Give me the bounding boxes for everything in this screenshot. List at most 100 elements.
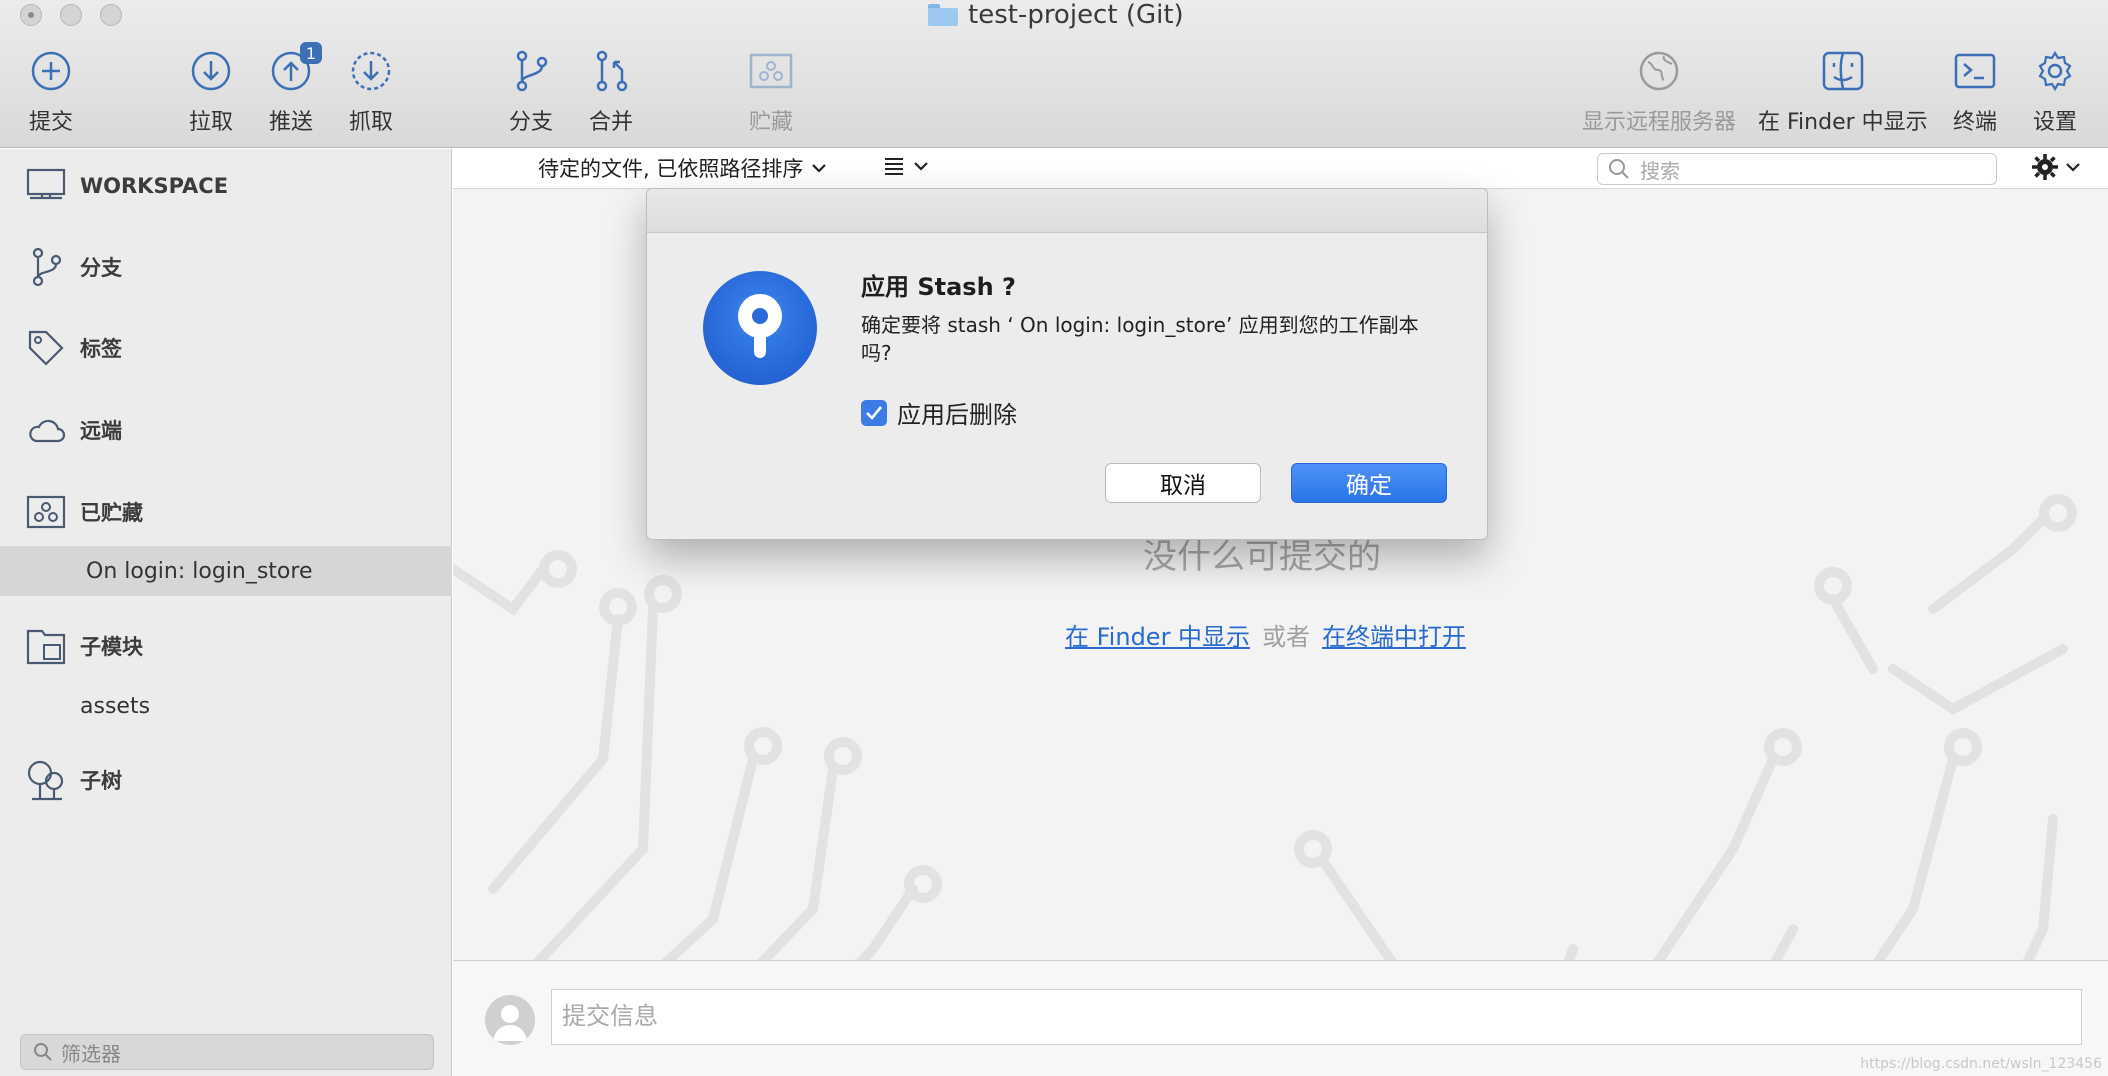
cancel-button[interactable]: 取消 (1105, 463, 1261, 503)
cancel-label: 取消 (1160, 473, 1206, 499)
stash-button[interactable]: 贮藏 (748, 48, 794, 136)
finder-icon (1820, 48, 1866, 94)
view-mode-dropdown[interactable] (883, 155, 929, 177)
tag-icon (26, 328, 66, 368)
empty-state-actions: 在 Finder 中显示 或者 在终端中打开 (1065, 617, 1466, 652)
sidebar-label-remotes: 远端 (80, 419, 122, 443)
zoom-window-button[interactable] (100, 4, 122, 26)
sidebar: WORKSPACE 分支 标签 远端 已贮藏 On login: login_s… (0, 149, 452, 1076)
merge-label: 合并 (588, 110, 633, 135)
window-toolbar: test-project (Git) 提交 拉取 1 推送 抓取 分支 合并 贮… (0, 0, 2108, 148)
options-dropdown[interactable] (2031, 153, 2081, 181)
push-label: 推送 (268, 110, 313, 135)
confirm-button[interactable]: 确定 (1291, 463, 1447, 503)
stash-item-label: On login: login_store (86, 558, 313, 584)
search-icon (1609, 159, 1629, 179)
show-remote-button[interactable]: 显示远程服务器 (1582, 48, 1736, 136)
sidebar-label-workspace: WORKSPACE (80, 174, 229, 198)
window-title: test-project (Git) (928, 0, 1184, 30)
commit-button[interactable]: 提交 (28, 48, 74, 136)
sourcetree-logo-icon (703, 271, 817, 385)
confirm-label: 确定 (1346, 473, 1392, 499)
sort-label: 待定的文件, 已依照路径排序 (538, 157, 804, 181)
sidebar-item-remotes[interactable]: 远端 (0, 405, 452, 455)
terminal-button[interactable]: 终端 (1952, 48, 1998, 136)
terminal-label: 终端 (1952, 110, 1997, 135)
fetch-icon (348, 48, 394, 94)
merge-icon (588, 48, 634, 94)
stash-label: 贮藏 (748, 110, 793, 135)
branch-label: 分支 (508, 110, 553, 135)
stash-icon (748, 48, 794, 94)
sidebar-item-submodules[interactable]: 子模块 (0, 621, 452, 671)
monitor-icon (26, 166, 66, 206)
chevron-down-icon (812, 164, 827, 173)
sidebar-item-subtrees[interactable]: 子树 (0, 755, 452, 805)
chevron-down-icon (2066, 163, 2080, 172)
pull-label: 拉取 (188, 110, 233, 135)
globe-icon (1636, 48, 1682, 94)
fetch-button[interactable]: 抓取 (348, 48, 394, 136)
user-icon (493, 1005, 527, 1041)
minimize-window-button[interactable] (60, 4, 82, 26)
merge-button[interactable]: 合并 (588, 48, 634, 136)
list-icon (885, 158, 903, 175)
checkbox-label: 应用后删除 (897, 401, 1017, 429)
sidebar-label-submodules: 子模块 (80, 635, 143, 659)
sidebar-label-stashes: 已贮藏 (80, 501, 143, 525)
folder-icon (928, 4, 958, 26)
sort-dropdown[interactable]: 待定的文件, 已依照路径排序 (538, 153, 827, 183)
search-input[interactable]: 搜索 (1597, 153, 1997, 185)
download-circle-icon (188, 48, 234, 94)
open-in-finder-link[interactable]: 在 Finder 中显示 (1065, 617, 1250, 652)
pull-button[interactable]: 拉取 (188, 48, 234, 136)
submodule-item-label: assets (80, 693, 151, 719)
chevron-down-icon (914, 162, 928, 171)
terminal-icon (1952, 48, 1998, 94)
show-remote-label: 显示远程服务器 (1582, 110, 1737, 135)
dialog-titlebar (647, 189, 1487, 233)
or-text: 或者 (1262, 623, 1311, 651)
show-in-finder-button[interactable]: 在 Finder 中显示 (1758, 48, 1928, 136)
cloud-icon (26, 410, 66, 450)
window-title-text: test-project (Git) (968, 0, 1184, 30)
avatar (485, 995, 535, 1045)
tree-icon (26, 760, 66, 801)
submodule-icon (26, 626, 66, 666)
settings-label: 设置 (2032, 110, 2077, 135)
gear-icon (2032, 154, 2058, 180)
checkbox-checked-icon[interactable] (861, 399, 887, 426)
settings-button[interactable]: 设置 (2032, 48, 2078, 136)
search-placeholder: 搜索 (1640, 158, 1680, 183)
delete-after-apply-checkbox[interactable]: 应用后删除 (861, 395, 1017, 430)
sidebar-label-tags: 标签 (80, 337, 122, 361)
stash-icon (26, 492, 66, 532)
upload-circle-icon: 1 (268, 42, 322, 94)
commit-message-input[interactable]: 提交信息 (551, 989, 2082, 1045)
open-in-terminal-link[interactable]: 在终端中打开 (1322, 617, 1466, 652)
sidebar-item-branches[interactable]: 分支 (0, 242, 452, 292)
file-list-header: 待定的文件, 已依照路径排序 搜索 (453, 149, 2108, 189)
filter-placeholder: 筛选器 (61, 1041, 121, 1066)
show-in-finder-label: 在 Finder 中显示 (1758, 110, 1928, 135)
watermark-text: https://blog.csdn.net/wsln_123456 (1860, 1056, 2102, 1072)
push-count-badge: 1 (300, 42, 322, 64)
apply-stash-dialog: 应用 Stash ? 确定要将 stash ‘ On login: login_… (646, 188, 1488, 540)
close-window-button[interactable] (20, 4, 42, 26)
push-button[interactable]: 1 推送 (268, 42, 322, 136)
commit-placeholder: 提交信息 (562, 1002, 658, 1030)
dialog-title: 应用 Stash ? (861, 273, 1016, 301)
sidebar-filter-input[interactable]: 筛选器 (20, 1034, 434, 1070)
search-icon (34, 1043, 52, 1061)
stash-list-item[interactable]: On login: login_store (0, 546, 452, 596)
gear-icon (2032, 48, 2078, 94)
branch-icon (508, 48, 554, 94)
sidebar-item-workspace[interactable]: WORKSPACE (0, 161, 452, 211)
dialog-message: 确定要将 stash ‘ On login: login_store’ 应用到您… (861, 313, 1419, 365)
sidebar-item-stashes[interactable]: 已贮藏 (0, 487, 452, 537)
branch-button[interactable]: 分支 (508, 48, 554, 136)
fetch-label: 抓取 (348, 110, 393, 135)
submodule-list-item[interactable]: assets (0, 681, 452, 731)
sidebar-label-branches: 分支 (80, 256, 122, 280)
sidebar-item-tags[interactable]: 标签 (0, 323, 452, 373)
